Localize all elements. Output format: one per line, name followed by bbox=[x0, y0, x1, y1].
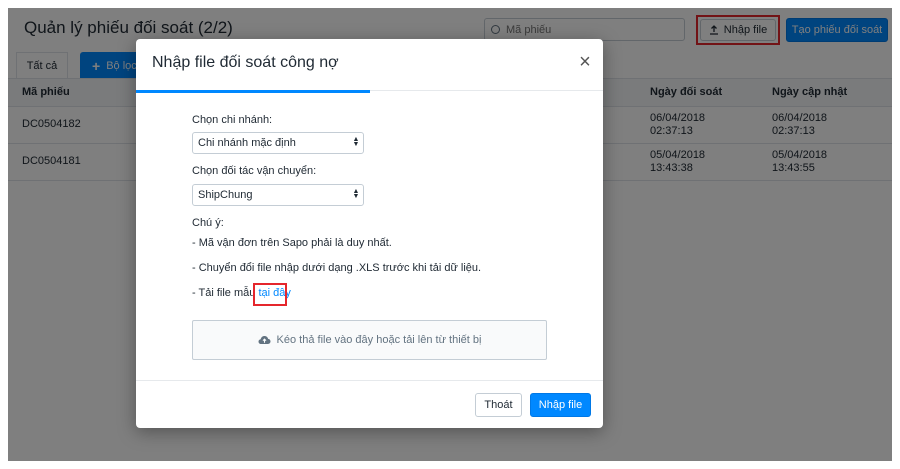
submit-import-button[interactable]: Nhập file bbox=[530, 393, 591, 417]
close-icon[interactable]: × bbox=[576, 52, 594, 72]
dropzone-text: Kéo thả file vào đây hoặc tải lên từ thi… bbox=[276, 334, 482, 346]
note-3-prefix: - Tải file mẫu bbox=[192, 287, 259, 299]
carrier-label: Chọn đối tác vận chuyển: bbox=[192, 165, 317, 177]
cloud-upload-icon bbox=[258, 336, 271, 344]
modal-header: Nhập file đối soát công nợ × bbox=[136, 39, 603, 94]
branch-select[interactable]: Chi nhánh mặc định bbox=[192, 132, 364, 154]
note-1: - Mã vận đơn trên Sapo phải là duy nhất. bbox=[192, 237, 392, 249]
note-2: - Chuyển đổi file nhập dưới dạng .XLS tr… bbox=[192, 262, 482, 274]
cancel-button[interactable]: Thoát bbox=[475, 393, 522, 417]
modal-title: Nhập file đối soát công nợ bbox=[152, 54, 339, 71]
import-modal: Nhập file đối soát công nợ × Chọn chi nh… bbox=[136, 39, 603, 428]
branch-label: Chọn chi nhánh: bbox=[192, 114, 273, 126]
carrier-select[interactable]: ShipChung bbox=[192, 184, 364, 206]
note-title: Chú ý: bbox=[192, 217, 224, 229]
highlight-template-link bbox=[253, 283, 287, 306]
modal-footer-divider bbox=[136, 380, 603, 381]
app-frame: Quản lý phiếu đối soát (2/2) Nhập file T… bbox=[8, 8, 892, 461]
modal-progress-fill bbox=[136, 90, 370, 93]
file-dropzone[interactable]: Kéo thả file vào đây hoặc tải lên từ thi… bbox=[192, 320, 547, 360]
